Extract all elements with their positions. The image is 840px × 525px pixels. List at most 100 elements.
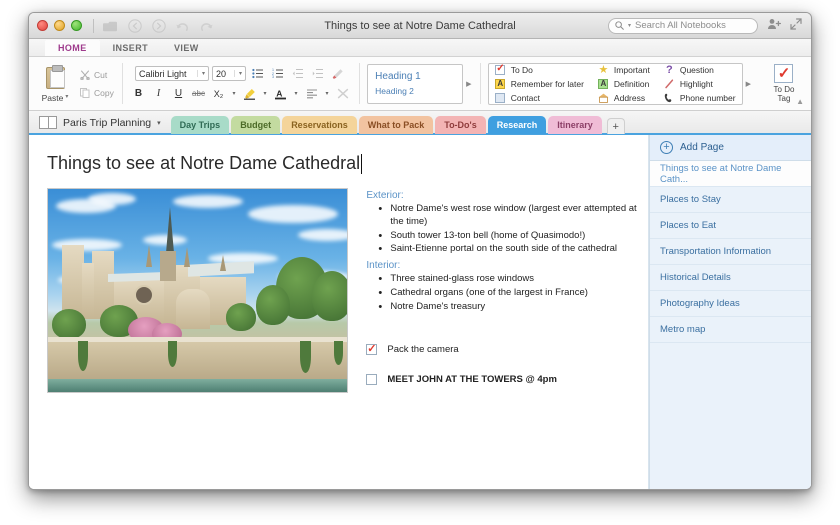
bold-button[interactable]: B: [130, 86, 147, 102]
decrease-indent-icon[interactable]: [289, 66, 306, 82]
page-list-item-places-to-stay[interactable]: Places to Stay: [650, 187, 811, 213]
chevron-down-icon[interactable]: ▾: [196, 70, 205, 77]
zoom-button[interactable]: [71, 20, 82, 31]
tag-to-do[interactable]: To Do: [495, 63, 584, 75]
page-list-item-historical-details[interactable]: Historical Details: [650, 265, 811, 291]
fullscreen-icon[interactable]: [790, 17, 802, 35]
add-page-button[interactable]: + Add Page: [650, 135, 811, 161]
bulleted-list-icon[interactable]: [249, 66, 266, 82]
numbered-list-icon[interactable]: 123: [269, 66, 286, 82]
tag-phone-number[interactable]: Phone number: [664, 92, 736, 103]
font-size-select[interactable]: 20 ▾: [212, 66, 246, 81]
tab-view[interactable]: VIEW: [161, 40, 212, 56]
chevron-up-icon[interactable]: ▲: [796, 97, 804, 106]
section-tab-reservations[interactable]: Reservations: [282, 116, 357, 134]
section-tab-to-dos[interactable]: To-Do's: [435, 116, 486, 134]
page-canvas[interactable]: Things to see at Notre Dame Cathedral Ex…: [29, 135, 649, 489]
search-input[interactable]: ▾ Search All Notebooks: [608, 17, 758, 34]
font-family-select[interactable]: Calibri Light ▾: [135, 66, 209, 81]
minimize-button[interactable]: [54, 20, 65, 31]
font-row-top: Calibri Light ▾ 20 ▾ 123: [135, 66, 346, 82]
tag-contact[interactable]: Contact: [495, 92, 584, 103]
align-caret-icon[interactable]: ▾: [323, 90, 331, 97]
page-list-item-transportation[interactable]: Transportation Information: [650, 239, 811, 265]
redo-icon[interactable]: [199, 18, 214, 33]
tags-expand-arrow-icon[interactable]: ▶: [746, 80, 751, 88]
increase-indent-icon[interactable]: [309, 66, 326, 82]
todo-item-checked[interactable]: ✓ Pack the camera: [366, 343, 648, 355]
subscript-caret-icon[interactable]: ▾: [230, 90, 238, 97]
font-color-icon[interactable]: A: [272, 86, 289, 102]
close-button[interactable]: [37, 20, 48, 31]
notebook-icon: [39, 116, 57, 129]
notes-heading-interior: Interior:: [366, 260, 401, 272]
toolbar-divider: [93, 18, 94, 33]
section-tab-itinerary[interactable]: Itinerary: [548, 116, 602, 134]
checkbox-empty-icon[interactable]: [366, 373, 378, 385]
section-tab-research[interactable]: Research: [487, 116, 547, 134]
clear-formatting-icon[interactable]: [334, 86, 351, 102]
page-title-area[interactable]: Things to see at Notre Dame Cathedral: [29, 135, 648, 174]
page-list: Things to see at Notre Dame Cath... Plac…: [650, 161, 811, 489]
notes-list-exterior: Notre Dame's west rose window (largest e…: [376, 202, 648, 257]
copy-button[interactable]: Copy: [79, 87, 114, 98]
back-arrow-icon[interactable]: [127, 18, 142, 33]
style-heading1[interactable]: Heading 1: [375, 71, 455, 82]
styles-gallery[interactable]: Heading 1 Heading 2: [367, 63, 464, 104]
add-person-icon[interactable]: [767, 17, 782, 35]
tag-column-3: ? Question Highlight Phone number: [664, 64, 736, 103]
highlighter-icon[interactable]: [241, 86, 258, 102]
paste-button[interactable]: Paste ▾: [35, 64, 75, 103]
section-tab-day-trips[interactable]: Day Trips: [170, 116, 230, 134]
tag-remember-for-later[interactable]: A Remember for later: [495, 78, 584, 89]
ribbon: Paste ▾ Cut Copy Calibri Light ▾ 20 ▾ 1 …: [29, 57, 811, 111]
page-list-item-notre-dame[interactable]: Things to see at Notre Dame Cath...: [650, 161, 811, 187]
search-scope-caret-icon[interactable]: ▾: [628, 22, 631, 29]
chevron-down-icon[interactable]: ▾: [157, 119, 161, 127]
add-section-button[interactable]: +: [606, 118, 625, 134]
tab-insert[interactable]: INSERT: [100, 40, 161, 56]
page-list-item-places-to-eat[interactable]: Places to Eat: [650, 213, 811, 239]
italic-button[interactable]: I: [150, 86, 167, 102]
paste-caret-icon[interactable]: ▾: [65, 93, 68, 100]
tag-label: Phone number: [679, 92, 736, 103]
page-list-item-metro-map[interactable]: Metro map: [650, 317, 811, 343]
search-placeholder: Search All Notebooks: [635, 20, 726, 31]
paste-label: Paste: [41, 93, 64, 103]
undo-icon[interactable]: [175, 18, 190, 33]
subscript-button[interactable]: X₂: [210, 86, 227, 102]
tag-address[interactable]: Address: [598, 92, 650, 103]
chevron-down-icon[interactable]: ▾: [233, 70, 242, 77]
tag-highlight[interactable]: Highlight: [664, 78, 736, 89]
tag-definition[interactable]: A Definition: [598, 78, 650, 89]
todo-list: ✓ Pack the camera MEET JOHN AT THE TOWER…: [366, 343, 648, 385]
section-tab-what-to-pack[interactable]: What to Pack: [358, 116, 434, 134]
highlight-caret-icon[interactable]: ▾: [261, 90, 269, 97]
scissors-icon: [79, 69, 90, 80]
underline-button[interactable]: U: [170, 86, 187, 102]
notre-dame-cathedral-photo[interactable]: [47, 188, 349, 393]
align-left-icon[interactable]: [303, 86, 320, 102]
font-color-caret-icon[interactable]: ▾: [292, 90, 300, 97]
cut-button[interactable]: Cut: [79, 69, 114, 80]
folder-icon[interactable]: [103, 18, 118, 33]
tag-important[interactable]: ★ Important: [598, 64, 650, 76]
quick-toolbar: [103, 18, 214, 33]
strikethrough-button[interactable]: abc: [190, 86, 207, 102]
add-page-label: Add Page: [680, 142, 724, 153]
style-heading2[interactable]: Heading 2: [375, 86, 455, 96]
notebook-selector[interactable]: Paris Trip Planning ▾: [39, 116, 161, 133]
page-list-item-photography-ideas[interactable]: Photography Ideas: [650, 291, 811, 317]
format-painter-icon[interactable]: [329, 66, 346, 82]
styles-expand-arrow-icon[interactable]: ▶: [466, 80, 471, 88]
tab-home[interactable]: HOME: [45, 40, 100, 56]
tag-label: Important: [613, 64, 650, 75]
notes-column[interactable]: Exterior: Notre Dame's west rose window …: [366, 188, 648, 404]
tag-column-1: To Do A Remember for later Contact: [495, 63, 584, 103]
tag-question[interactable]: ? Question: [664, 64, 736, 76]
star-icon: ★: [598, 64, 609, 76]
forward-arrow-icon[interactable]: [151, 18, 166, 33]
section-tab-budget[interactable]: Budget: [231, 116, 281, 134]
checkbox-check-icon[interactable]: ✓: [366, 343, 378, 355]
todo-item-unchecked[interactable]: MEET JOHN AT THE TOWERS @ 4pm: [366, 373, 648, 385]
